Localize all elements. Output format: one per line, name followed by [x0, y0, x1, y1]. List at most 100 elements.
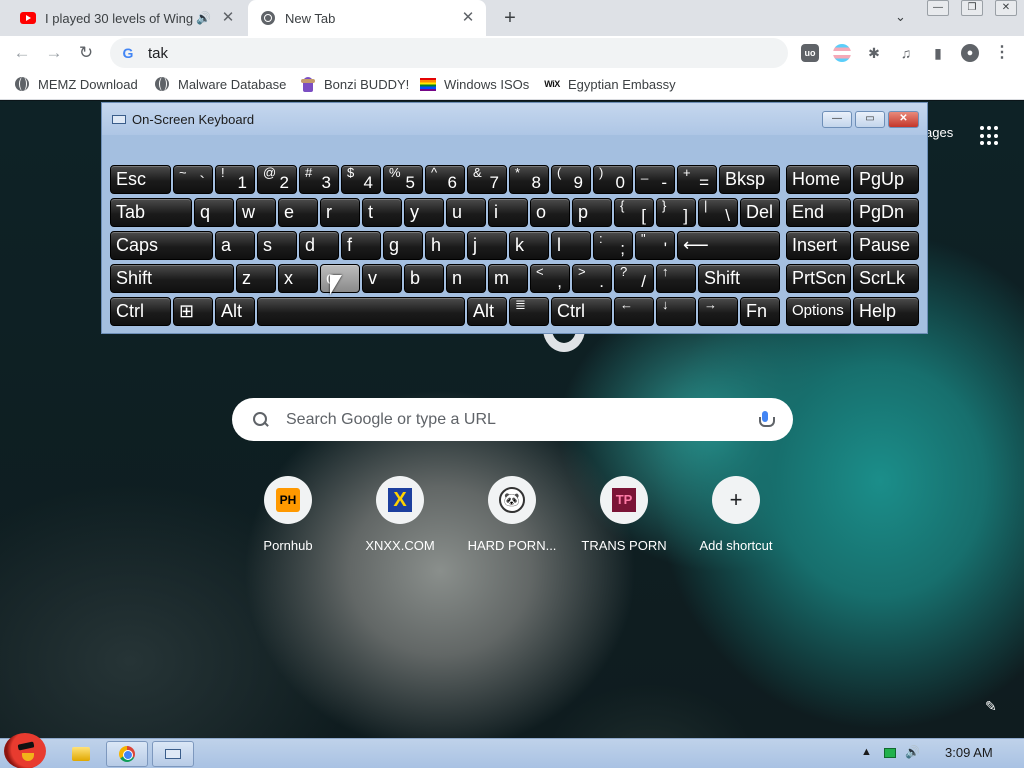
maximize-button[interactable]: ❐	[961, 0, 983, 16]
file-explorer-button[interactable]	[66, 741, 96, 767]
key-tab[interactable]: Tab	[110, 198, 192, 227]
key-right-alt[interactable]: Alt	[467, 297, 507, 326]
key-left-ctrl[interactable]: Ctrl	[110, 297, 171, 326]
omnibox-value[interactable]: tak	[148, 45, 168, 62]
key-j[interactable]: j	[467, 231, 507, 260]
taskbar-clock[interactable]: 3:09 AM	[945, 745, 993, 760]
tray-expand-icon[interactable]: ▲	[861, 746, 872, 758]
key-up-arrow[interactable]: ↑	[656, 264, 696, 293]
images-link[interactable]: ages	[925, 125, 953, 140]
taskbar-osk-button[interactable]	[152, 741, 194, 767]
shortcut-tile[interactable]: TP TRANS PORN	[568, 476, 680, 553]
tab-search-chevron-icon[interactable]: ⌄	[895, 9, 906, 25]
battery-icon[interactable]	[884, 748, 896, 758]
key-t[interactable]: t	[362, 198, 402, 227]
key-end[interactable]: End	[786, 198, 851, 227]
key-quote[interactable]: " '	[635, 231, 675, 260]
extensions-puzzle-icon[interactable]: ✱	[865, 44, 883, 62]
key-equals[interactable]: + =	[677, 165, 717, 194]
start-button-angry-bird-icon[interactable]	[4, 733, 46, 768]
osk-minimize-button[interactable]: —	[822, 111, 852, 128]
key-a[interactable]: a	[215, 231, 255, 260]
key-v[interactable]: v	[362, 264, 402, 293]
key-windows[interactable]: ⊞	[173, 297, 213, 326]
key-menu[interactable]: ≣	[509, 297, 549, 326]
key-left-arrow[interactable]: ←	[614, 297, 654, 326]
key-r[interactable]: r	[320, 198, 360, 227]
tab-youtube[interactable]: I played 30 levels of Wing 🔊 ✕	[8, 0, 246, 36]
menu-dots-icon[interactable]: ⋮	[993, 44, 1011, 62]
key-w[interactable]: w	[236, 198, 276, 227]
key-pgdn[interactable]: PgDn	[853, 198, 919, 227]
key-6[interactable]: ^ 6	[425, 165, 465, 194]
key-h[interactable]: h	[425, 231, 465, 260]
bookmark-bonzi-buddy[interactable]: Bonzi BUDDY!	[300, 76, 409, 92]
reload-icon[interactable]: ↻	[75, 42, 97, 64]
key-1[interactable]: ! 1	[215, 165, 255, 194]
key-m[interactable]: m	[488, 264, 528, 293]
key-backslash[interactable]: | \	[698, 198, 738, 227]
omnibox[interactable]: G tak	[110, 38, 788, 68]
close-button[interactable]: ✕	[995, 0, 1017, 16]
key-comma[interactable]: <,	[530, 264, 570, 293]
key-slash[interactable]: ? /	[614, 264, 654, 293]
side-panel-icon[interactable]: ▮	[929, 44, 947, 62]
key-z[interactable]: z	[236, 264, 276, 293]
osk-restore-button[interactable]: ▭	[855, 111, 885, 128]
key-right-bracket[interactable]: }]	[656, 198, 696, 227]
trans-flag-extension-icon[interactable]	[833, 44, 851, 62]
key-enter[interactable]: ⟵	[677, 231, 780, 260]
key-f[interactable]: f	[341, 231, 381, 260]
ublock-icon[interactable]: uo	[801, 44, 819, 62]
key-caps[interactable]: Caps	[110, 231, 213, 260]
key-semicolon[interactable]: :;	[593, 231, 633, 260]
key-8[interactable]: * 8	[509, 165, 549, 194]
bookmark-malware-database[interactable]: Malware Database	[154, 76, 286, 92]
tab-close-button[interactable]: ✕	[459, 9, 477, 27]
key-u[interactable]: u	[446, 198, 486, 227]
key-scrlk[interactable]: ScrLk	[853, 264, 919, 293]
key-p[interactable]: p	[572, 198, 612, 227]
key-insert[interactable]: Insert	[786, 231, 851, 260]
key-minus[interactable]: _ -	[635, 165, 675, 194]
key-esc[interactable]: Esc	[110, 165, 171, 194]
key-right-ctrl[interactable]: Ctrl	[551, 297, 612, 326]
key-del[interactable]: Del	[740, 198, 780, 227]
profile-avatar-icon[interactable]: ●	[961, 44, 979, 62]
key-n[interactable]: n	[446, 264, 486, 293]
key-options[interactable]: Options	[786, 297, 851, 326]
key-left-alt[interactable]: Alt	[215, 297, 255, 326]
key-tilde[interactable]: ~ `	[173, 165, 213, 194]
bookmark-memz[interactable]: MEMZ Download	[14, 76, 138, 92]
key-right-arrow[interactable]: →	[698, 297, 738, 326]
speaker-icon[interactable]: 🔊	[196, 11, 211, 25]
key-period[interactable]: >.	[572, 264, 612, 293]
key-left-shift[interactable]: Shift	[110, 264, 234, 293]
key-fn[interactable]: Fn	[740, 297, 780, 326]
google-apps-grid-icon[interactable]	[980, 126, 1000, 146]
osk-close-button[interactable]: ✕	[888, 111, 919, 128]
shortcut-tile[interactable]: 🐼 HARD PORN...	[456, 476, 568, 553]
key-e[interactable]: e	[278, 198, 318, 227]
key-l[interactable]: l	[551, 231, 591, 260]
key-b[interactable]: b	[404, 264, 444, 293]
key-y[interactable]: y	[404, 198, 444, 227]
key-o[interactable]: o	[530, 198, 570, 227]
taskbar-chrome-button[interactable]	[106, 741, 148, 767]
tab-new-tab[interactable]: New Tab ✕	[248, 0, 486, 36]
key-s[interactable]: s	[257, 231, 297, 260]
key-x[interactable]: x	[278, 264, 318, 293]
search-input[interactable]	[286, 410, 759, 429]
key-2[interactable]: @2	[257, 165, 297, 194]
key-pause[interactable]: Pause	[853, 231, 919, 260]
shortcut-tile[interactable]: X XNXX.COM	[344, 476, 456, 553]
key-5[interactable]: % 5	[383, 165, 423, 194]
microphone-icon[interactable]	[759, 410, 775, 429]
key-right-shift[interactable]: Shift	[698, 264, 780, 293]
key-help[interactable]: Help	[853, 297, 919, 326]
customize-pencil-icon[interactable]: ✎	[985, 698, 997, 715]
key-i[interactable]: i	[488, 198, 528, 227]
minimize-button[interactable]: —	[927, 0, 949, 16]
key-9[interactable]: (9	[551, 165, 591, 194]
bookmark-windows-isos[interactable]: Windows ISOs	[420, 76, 529, 92]
